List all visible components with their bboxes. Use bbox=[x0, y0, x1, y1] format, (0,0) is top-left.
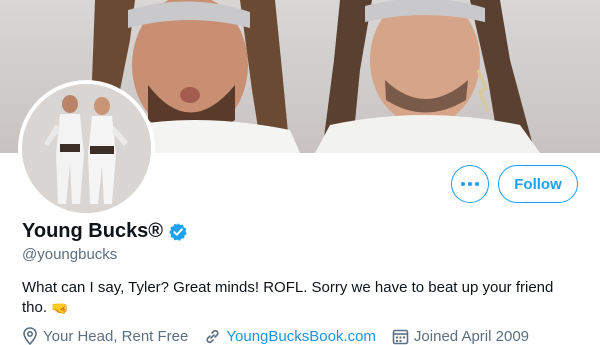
website-item[interactable]: YoungBucksBook.com bbox=[204, 328, 376, 345]
joined-item: Joined April 2009 bbox=[392, 328, 529, 345]
profile-avatar[interactable] bbox=[18, 80, 155, 217]
profile-bio-container: What can I say, Tyler? Great minds! ROFL… bbox=[22, 278, 582, 318]
profile-bio: What can I say, Tyler? Great minds! ROFL… bbox=[22, 279, 554, 316]
profile-handle: @youngbucks bbox=[22, 246, 118, 263]
calendar-icon bbox=[392, 329, 409, 344]
fist-bump-emoji: 🤜 bbox=[51, 300, 69, 316]
more-horizontal-icon bbox=[460, 182, 481, 186]
avatar-photo bbox=[22, 84, 151, 213]
location-text: Your Head, Rent Free bbox=[43, 327, 189, 345]
link-icon bbox=[206, 329, 219, 343]
location-pin-icon bbox=[23, 327, 37, 345]
joined-text: Joined April 2009 bbox=[413, 327, 530, 345]
display-name: Young Bucks® bbox=[22, 220, 164, 242]
profile-name-row: Young Bucks® bbox=[22, 220, 188, 243]
verified-badge-icon bbox=[169, 222, 187, 241]
more-options-button[interactable] bbox=[451, 165, 489, 203]
follow-button[interactable]: Follow bbox=[498, 165, 578, 203]
location-item: Your Head, Rent Free bbox=[22, 327, 188, 345]
website-link[interactable]: YoungBucksBook.com bbox=[226, 328, 376, 345]
profile-meta-row: Your Head, Rent Free YoungBucksBook.com … bbox=[22, 327, 545, 345]
